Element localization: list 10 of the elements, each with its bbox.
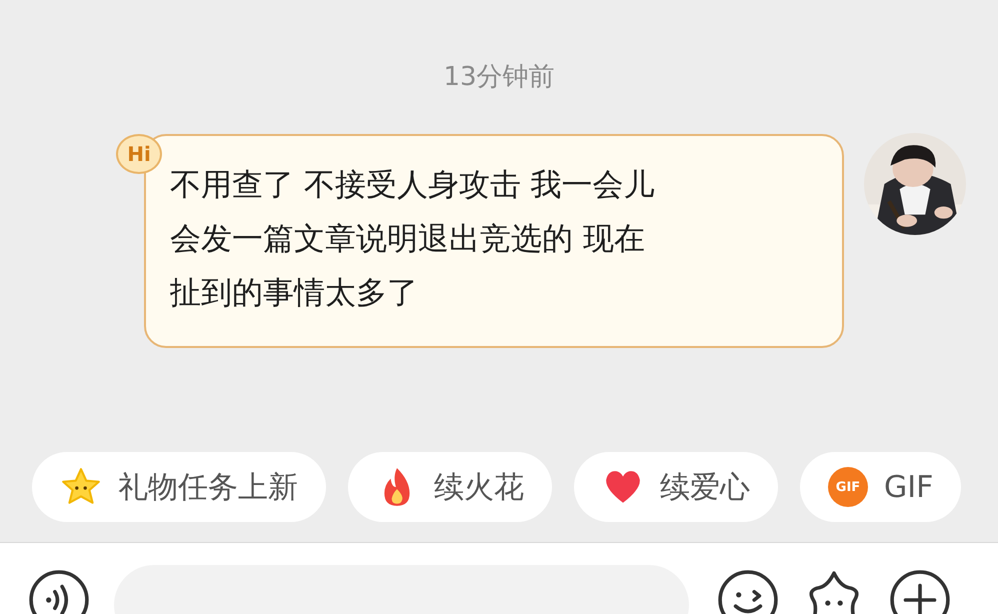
message-timestamp: 13分钟前 <box>442 61 556 94</box>
quick-reply-chip[interactable]: GIF GIF <box>800 452 962 522</box>
voice-icon[interactable] <box>28 569 90 614</box>
emoji-icon[interactable] <box>717 569 779 614</box>
gif-badge: GIF <box>828 467 868 507</box>
quick-reply-chip[interactable]: 续火花 <box>348 452 552 522</box>
quick-reply-chip[interactable]: 续爱心 <box>574 452 778 522</box>
quick-reply-chip[interactable]: 礼物任务上新 <box>32 452 326 522</box>
add-icon[interactable] <box>889 569 951 614</box>
hi-badge: Hi <box>116 134 162 174</box>
